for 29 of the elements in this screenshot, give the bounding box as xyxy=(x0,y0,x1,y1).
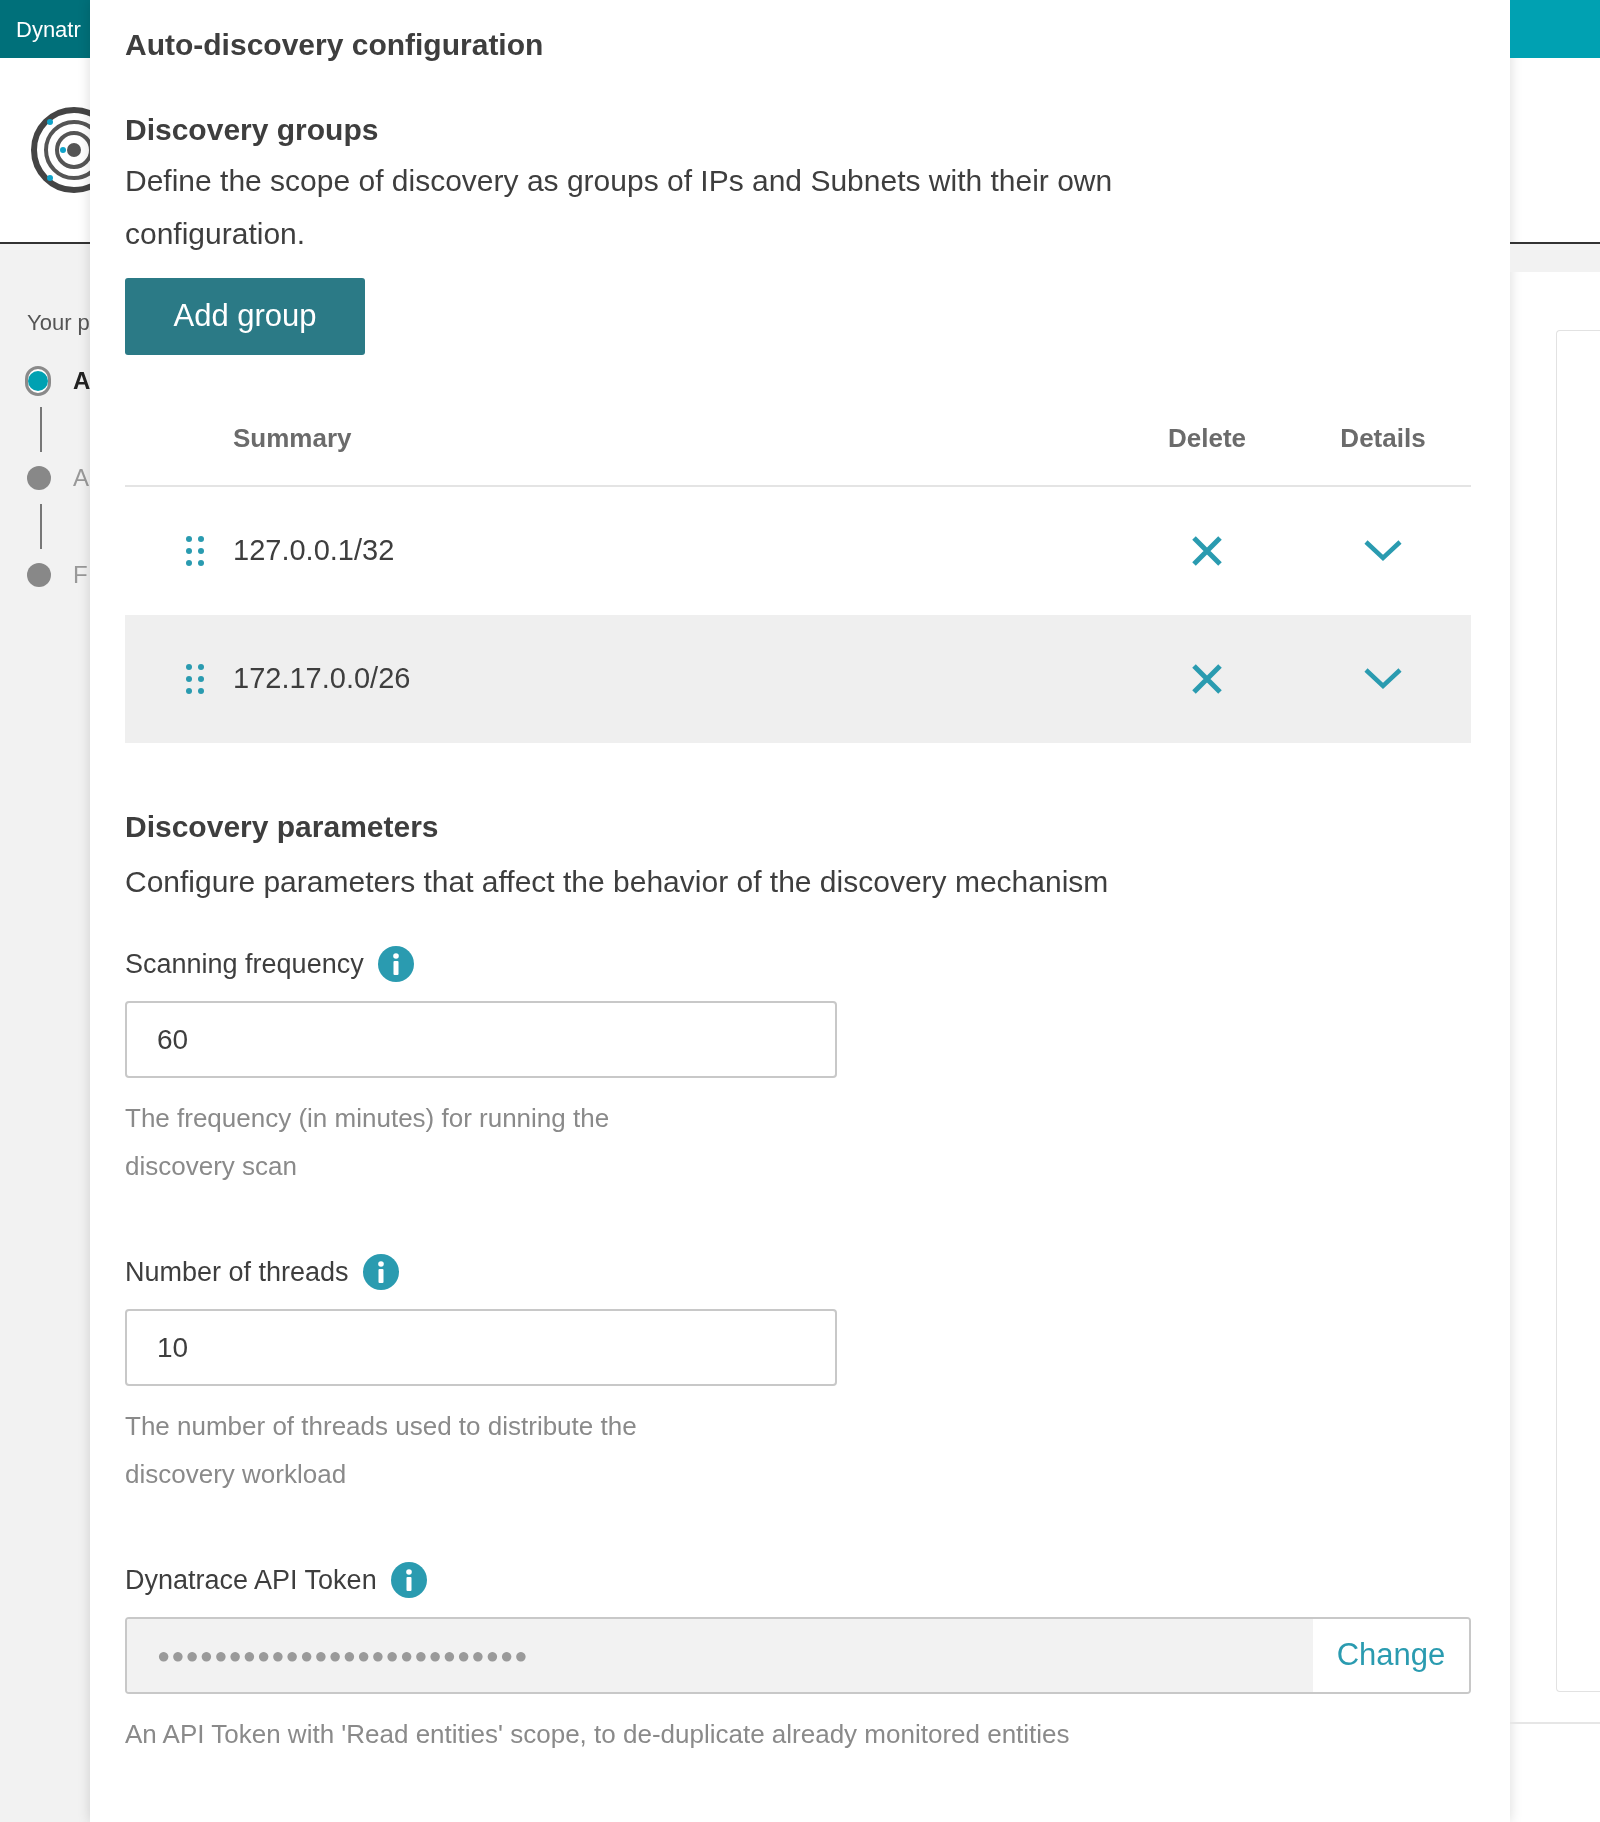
column-header: Details xyxy=(1339,421,1427,455)
radar-logo-icon xyxy=(30,105,90,195)
input-field[interactable]: 10 xyxy=(125,1309,837,1386)
help-text: An API Token with 'Read entities' scope, to de-duplicate already monitored entities xyxy=(125,1718,1071,1751)
table-cell-text: 127.0.0.1/32 xyxy=(233,533,396,569)
field-label: Dynatrace API Token xyxy=(125,1563,377,1597)
table-row[interactable]: 172.17.0.0/26 xyxy=(125,615,1471,743)
input-field[interactable]: 60 xyxy=(125,1001,837,1078)
section-label: Your p xyxy=(27,309,90,337)
section-description: Configure parameters that affect the behavior of the discovery mechanism xyxy=(125,864,1110,900)
section-heading: Discovery groups xyxy=(125,112,380,148)
table-cell-text: 172.17.0.0/26 xyxy=(233,661,412,697)
add-group-button[interactable]: Add group xyxy=(125,278,365,355)
help-text: The frequency (in minutes) for running the discovery scan xyxy=(125,1102,611,1183)
field-label: Number of threads xyxy=(125,1255,349,1289)
header-title: Dynatr xyxy=(16,15,81,44)
step-item[interactable]: A xyxy=(27,363,90,399)
info-icon[interactable] xyxy=(362,1254,399,1290)
panel-title: Auto-discovery configuration xyxy=(125,27,545,63)
column-header: Summary xyxy=(233,421,353,455)
drag-handle-icon[interactable] xyxy=(185,663,205,695)
info-icon[interactable] xyxy=(377,946,414,982)
column-header: Delete xyxy=(1166,421,1247,455)
drag-handle-icon[interactable] xyxy=(185,535,205,567)
help-text: The number of threads used to distribute the discovery workload xyxy=(125,1410,638,1491)
field-label: Scanning frequency xyxy=(125,947,364,981)
section-description: Define the scope of discovery as groups of IPs and Subnets with their own configuration. xyxy=(125,163,1114,252)
section-heading: Discovery parameters xyxy=(125,809,440,845)
info-icon[interactable] xyxy=(390,1562,427,1598)
